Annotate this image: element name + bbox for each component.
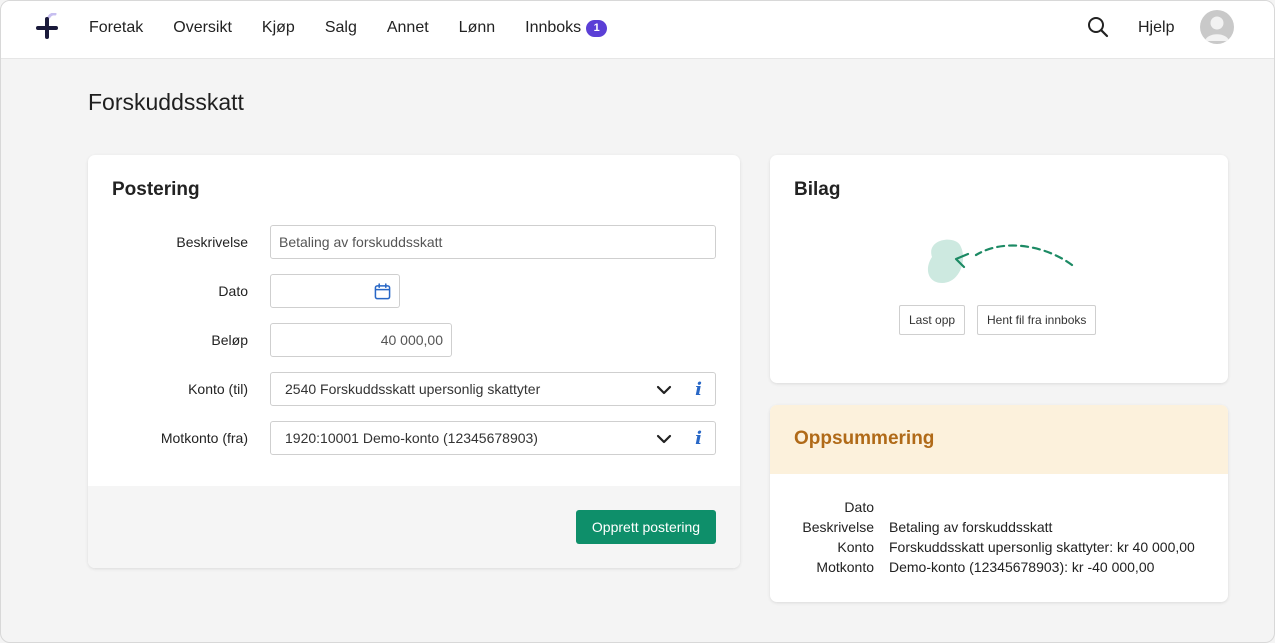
nav-item-kjop[interactable]: Kjøp [262, 19, 295, 37]
date-picker-button[interactable] [366, 274, 400, 308]
postering-title: Postering [112, 179, 200, 200]
summary-label-konto: Konto [837, 539, 874, 555]
oppsummering-title: Oppsummering [794, 428, 935, 449]
motkonto-select[interactable]: 1920:10001 Demo-konto (12345678903) [270, 421, 683, 455]
top-navbar: Foretak Oversikt Kjøp Salg Annet Lønn In… [1, 1, 1274, 59]
nav-item-annet[interactable]: Annet [387, 19, 429, 37]
chevron-down-icon [656, 434, 672, 444]
summary-value-motkonto: Demo-konto (12345678903): kr -40 000,00 [889, 559, 1155, 575]
nav-label: Innboks [525, 19, 582, 36]
konto-info-button[interactable]: i [682, 372, 716, 406]
dato-input[interactable] [270, 274, 367, 308]
motkonto-info-button[interactable]: i [682, 421, 716, 455]
nav-item-innboks[interactable]: Innboks 1 [525, 19, 608, 37]
page-title: Forskuddsskatt [88, 89, 244, 115]
nav-label: Kjøp [261, 19, 295, 36]
summary-value-beskrivelse: Betaling av forskuddsskatt [889, 519, 1053, 535]
beskrivelse-input[interactable]: Betaling av forskuddsskatt [270, 225, 716, 259]
app-window: Foretak Oversikt Kjøp Salg Annet Lønn In… [0, 0, 1275, 643]
nav-label: Salg [324, 19, 357, 36]
upload-button[interactable]: Last opp [899, 305, 966, 335]
summary-label-beskrivelse: Beskrivelse [802, 519, 874, 535]
upload-arrow-icon [927, 239, 1074, 283]
beskrivelse-value: Betaling av forskuddsskatt [279, 234, 443, 250]
nav-label: Foretak [89, 19, 144, 36]
summary-value-konto: Forskuddsskatt upersonlig skattyter: kr … [889, 539, 1195, 555]
create-posting-button[interactable]: Opprett postering [576, 510, 716, 544]
summary-label-motkonto: Motkonto [816, 559, 874, 575]
belop-label: Beløp [211, 332, 248, 348]
main-nav: Foretak Oversikt Kjøp Salg Annet Lønn In… [89, 1, 637, 55]
inbox-count-badge: 1 [586, 19, 608, 37]
fetch-from-inbox-button[interactable]: Hent fil fra innboks [977, 305, 1097, 335]
belop-value: 40 000,00 [380, 332, 443, 348]
nav-item-lonn[interactable]: Lønn [459, 19, 495, 37]
konto-value: 2540 Forskuddsskatt upersonlig skattyter [285, 381, 541, 397]
dato-label: Dato [218, 283, 248, 299]
nav-label: Lønn [458, 19, 496, 36]
postering-card: Postering Beskrivelse Betaling av forsku… [88, 155, 740, 568]
nav-item-salg[interactable]: Salg [325, 19, 357, 37]
konto-select[interactable]: 2540 Forskuddsskatt upersonlig skattyter [270, 372, 683, 406]
user-icon [1205, 16, 1229, 41]
calendar-icon [374, 282, 391, 299]
motkonto-value: 1920:10001 Demo-konto (12345678903) [285, 430, 538, 446]
belop-input[interactable]: 40 000,00 [270, 323, 452, 357]
nav-item-oversikt[interactable]: Oversikt [173, 19, 232, 37]
chevron-down-icon [656, 385, 672, 395]
postering-footer: Opprett postering [88, 486, 740, 568]
konto-label: Konto (til) [188, 381, 248, 397]
help-link[interactable]: Hjelp [1138, 19, 1174, 37]
beskrivelse-label: Beskrivelse [176, 234, 248, 250]
summary-label-dato: Dato [844, 499, 874, 515]
bilag-card: Bilag Last opp Hent fil fra innboks [770, 155, 1228, 383]
nav-label: Oversikt [173, 19, 232, 36]
info-icon: i [695, 427, 702, 449]
nav-label: Annet [386, 19, 429, 36]
bilag-title: Bilag [794, 179, 841, 200]
oppsummering-card: Oppsummering Dato Beskrivelse Betaling a… [770, 405, 1228, 602]
logo-icon[interactable] [35, 13, 59, 39]
motkonto-label: Motkonto (fra) [160, 430, 248, 446]
nav-item-foretak[interactable]: Foretak [89, 19, 143, 37]
info-icon: i [695, 378, 702, 400]
search-icon[interactable] [1087, 16, 1109, 38]
avatar[interactable] [1200, 10, 1234, 44]
oppsummering-header: Oppsummering [770, 405, 1228, 474]
